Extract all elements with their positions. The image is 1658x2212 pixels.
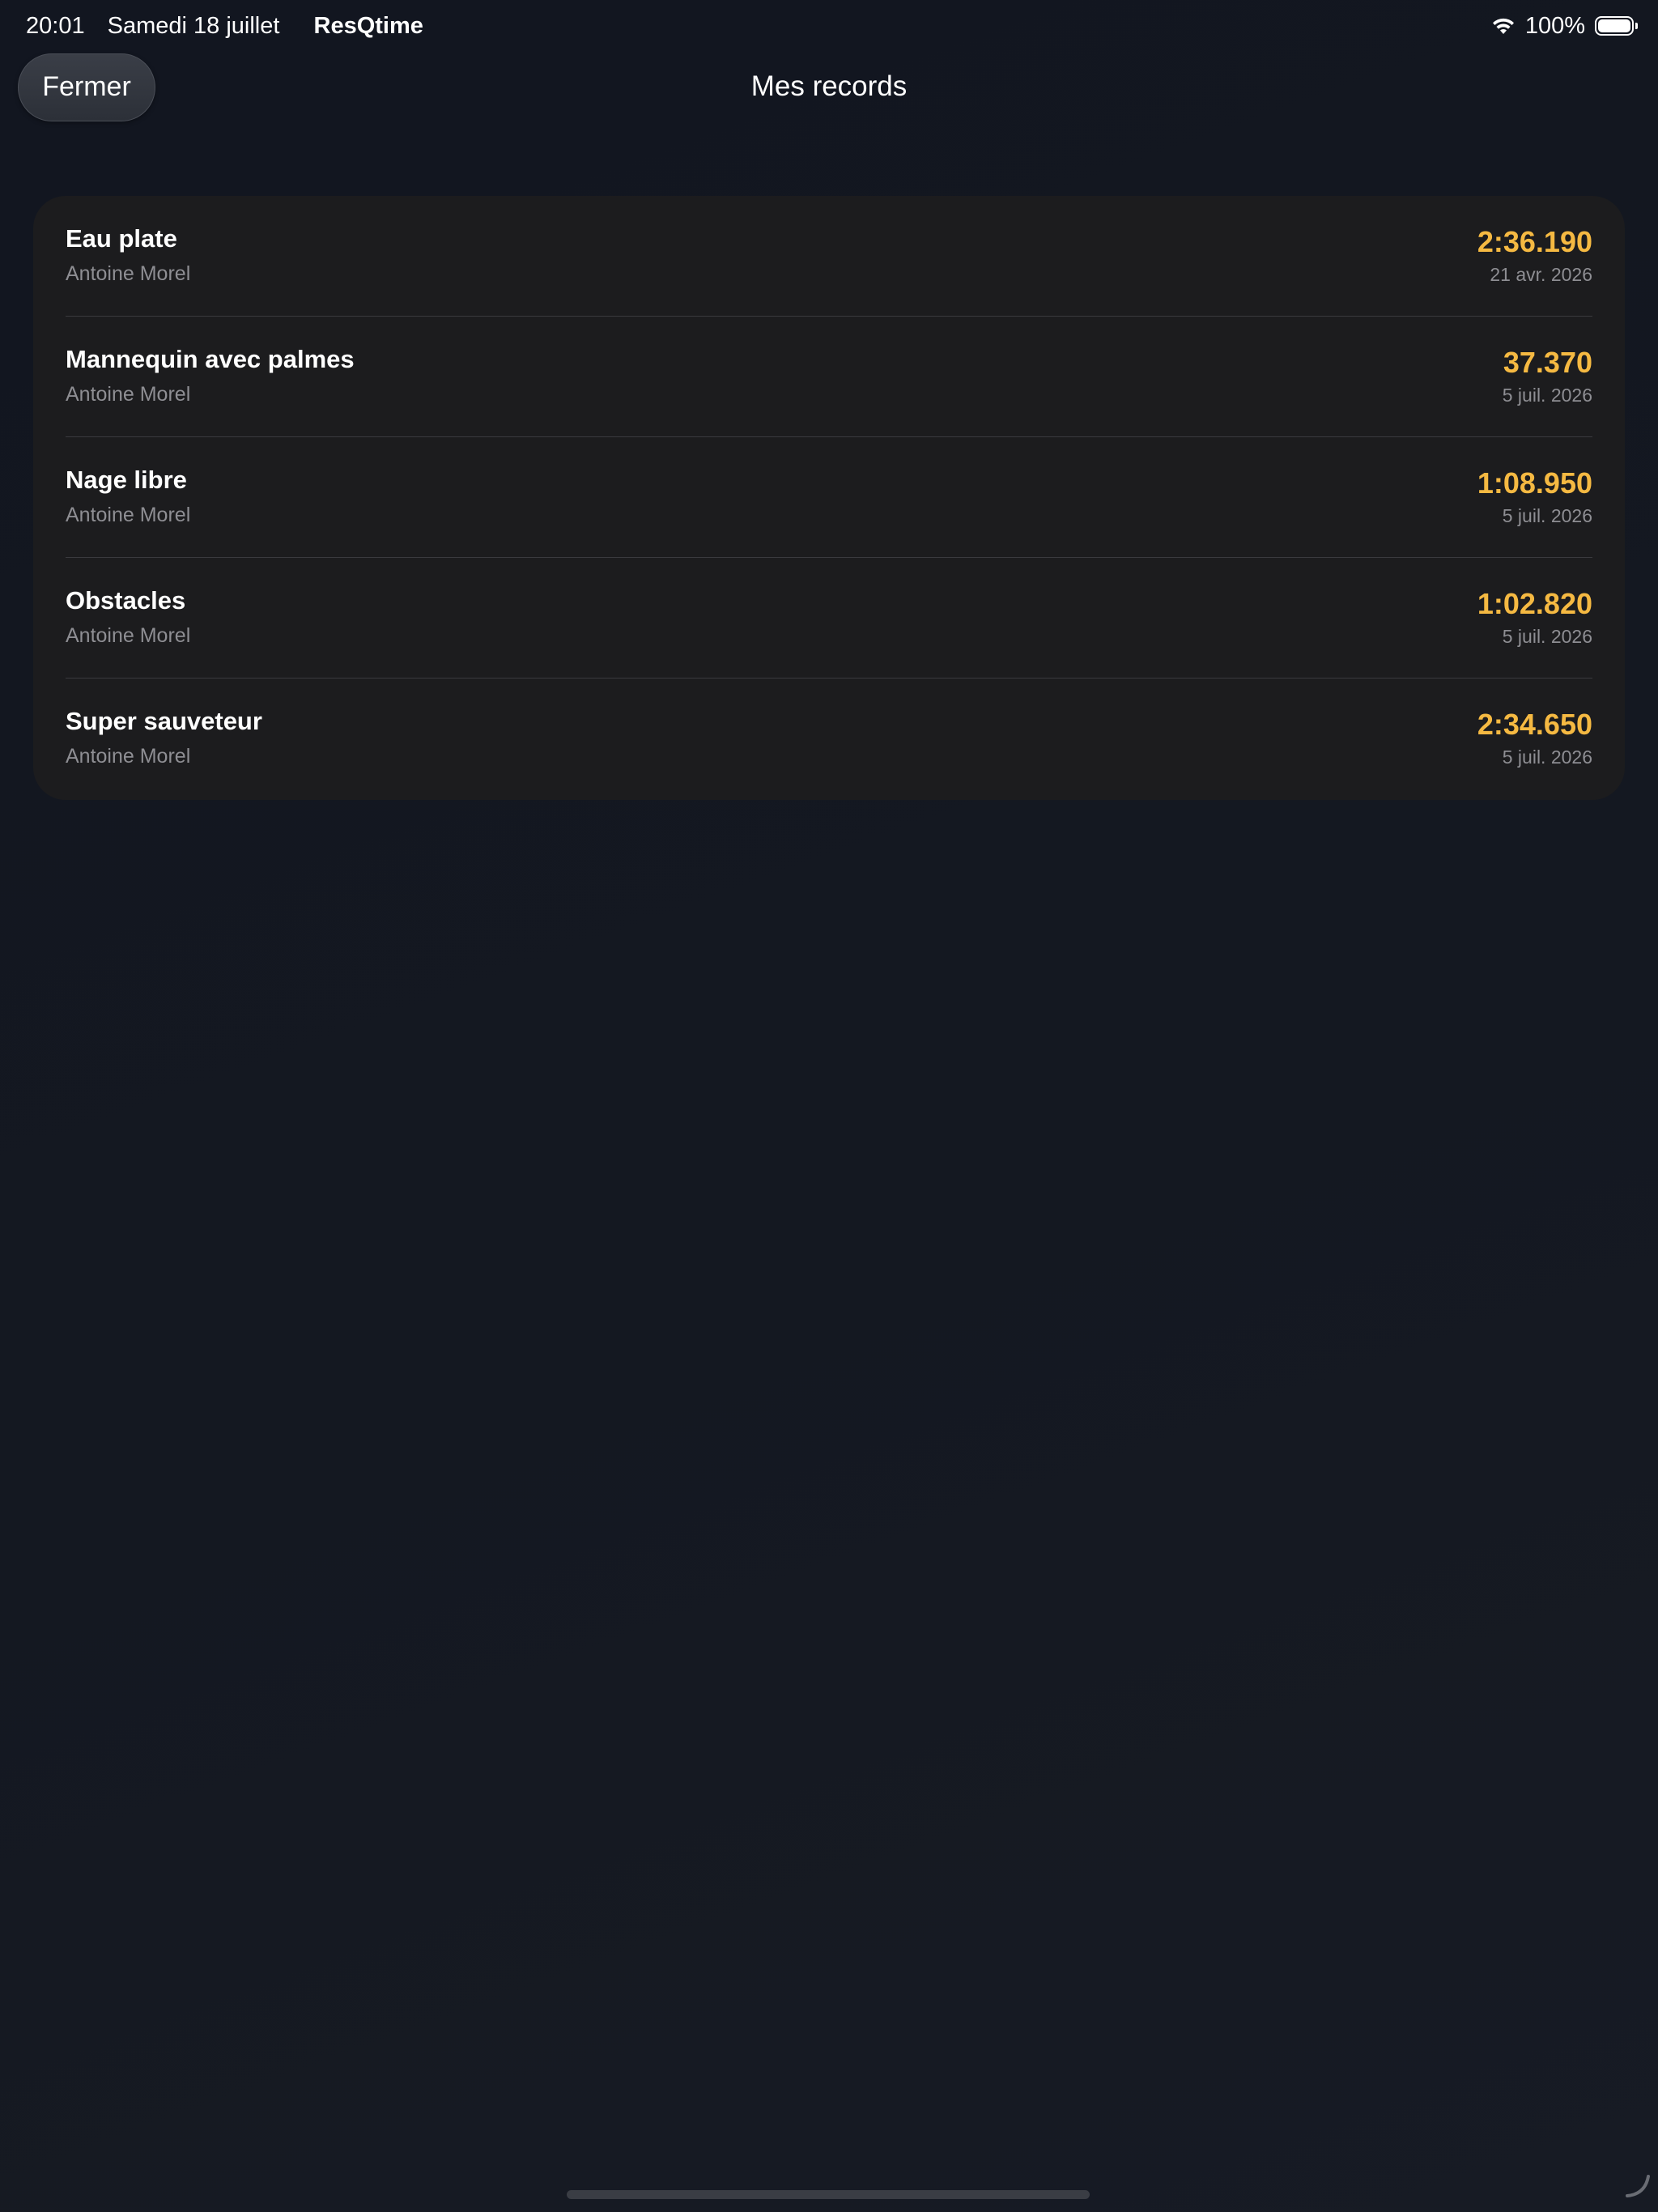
- page-title: Mes records: [750, 70, 908, 102]
- record-event-name: Obstacles: [66, 586, 186, 615]
- record-time: 2:34.650: [1477, 708, 1592, 741]
- record-date: 5 juil. 2026: [1502, 747, 1592, 768]
- record-time: 1:08.950: [1477, 466, 1592, 500]
- status-bar: 20:01 Samedi 18 juillet ResQtime 100%: [0, 0, 1658, 52]
- record-date: 5 juil. 2026: [1502, 626, 1592, 647]
- record-athlete-name: Antoine Morel: [66, 624, 191, 647]
- record-row-obstacles[interactable]: Obstacles Antoine Morel 1:02.820 5 juil.…: [66, 558, 1592, 678]
- record-athlete-name: Antoine Morel: [66, 504, 191, 526]
- home-indicator[interactable]: [567, 2190, 1090, 2199]
- record-athlete-name: Antoine Morel: [66, 262, 191, 285]
- record-date: 21 avr. 2026: [1490, 264, 1592, 285]
- record-row-mannequin-avec-palmes[interactable]: Mannequin avec palmes Antoine Morel 37.3…: [66, 317, 1592, 437]
- record-event-name: Nage libre: [66, 466, 187, 494]
- status-time: 20:01: [26, 13, 85, 39]
- status-date: Samedi 18 juillet: [107, 13, 280, 39]
- battery-percent: 100%: [1524, 12, 1585, 39]
- resize-handle-icon[interactable]: [1624, 2172, 1652, 2199]
- record-time: 1:02.820: [1477, 587, 1592, 620]
- record-row-nage-libre[interactable]: Nage libre Antoine Morel 1:08.950 5 juil…: [66, 437, 1592, 558]
- record-event-name: Super sauveteur: [66, 707, 262, 735]
- record-event-name: Eau plate: [66, 224, 177, 253]
- status-app-name: ResQtime: [313, 13, 423, 39]
- record-time: 37.370: [1503, 346, 1592, 379]
- record-athlete-name: Antoine Morel: [66, 383, 191, 406]
- record-date: 5 juil. 2026: [1502, 505, 1592, 526]
- wifi-icon: [1491, 16, 1516, 36]
- record-time: 2:36.190: [1477, 225, 1592, 258]
- record-row-super-sauveteur[interactable]: Super sauveteur Antoine Morel 2:34.650 5…: [66, 678, 1592, 799]
- battery-fill: [1598, 19, 1630, 32]
- status-bar-right: 100%: [1491, 11, 1638, 40]
- record-event-name: Mannequin avec palmes: [66, 345, 355, 373]
- records-card: Eau plate Antoine Morel 2:36.190 21 avr.…: [33, 196, 1625, 800]
- record-row-eau-plate[interactable]: Eau plate Antoine Morel 2:36.190 21 avr.…: [66, 196, 1592, 317]
- record-athlete-name: Antoine Morel: [66, 745, 191, 768]
- status-bar-left: 20:01 Samedi 18 juillet ResQtime: [26, 11, 423, 40]
- battery-icon: [1595, 16, 1638, 36]
- record-date: 5 juil. 2026: [1502, 385, 1592, 406]
